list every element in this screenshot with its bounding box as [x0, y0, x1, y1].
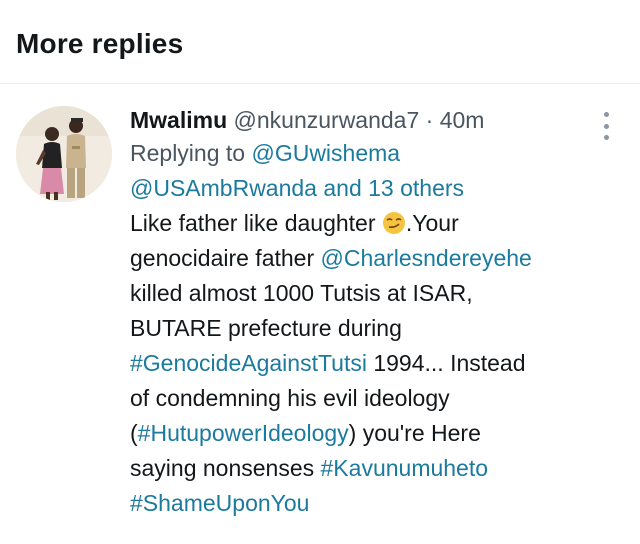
tweet-line: genocidaire father @Charlesndereyehe [130, 241, 600, 276]
replying-others-link[interactable]: and 13 others [323, 175, 464, 201]
tweet-line: saying nonsenses #Kavunumuheto [130, 451, 600, 486]
author-handle[interactable]: @nkunzurwanda7 [234, 107, 420, 133]
tweet-meta: Mwalimu @nkunzurwanda7 · 40m [130, 104, 600, 136]
hashtag-link[interactable]: #HutupowerIdeology [138, 420, 349, 446]
tweet-text: Like father like daughter .Your genocida… [130, 206, 600, 521]
tweet-text-segment: saying nonsenses [130, 455, 315, 481]
reply-tweet[interactable]: Mwalimu @nkunzurwanda7 · 40m Replying to… [0, 84, 640, 544]
hashtag-link[interactable]: #ShameUponYou [130, 490, 309, 516]
timestamp[interactable]: 40m [440, 107, 485, 133]
mention-link[interactable]: @Charlesndereyehe [321, 245, 532, 271]
tweet-line: Like father like daughter .Your [130, 206, 600, 241]
tweet-text-segment: genocidaire father [130, 245, 315, 271]
tweet-text-segment: Like father like daughter [130, 210, 376, 236]
more-vertical-icon-dot [603, 135, 609, 140]
tweet-text-segment: .Your [405, 210, 459, 236]
hashtag-link[interactable]: #Kavunumuheto [321, 455, 489, 481]
replying-mention-link[interactable]: @GUwishema [251, 140, 400, 166]
tweet-text-segment: ( [130, 420, 138, 446]
more-vertical-icon-dot [603, 123, 609, 129]
tweet-body: Mwalimu @nkunzurwanda7 · 40m Replying to… [130, 104, 600, 521]
replying-mention-link[interactable]: @USAmbRwanda [130, 175, 317, 201]
replying-to: Replying to @GUwishema @USAmbRwanda and … [130, 136, 600, 206]
more-vertical-icon [603, 112, 609, 117]
section-title: More replies [16, 28, 184, 59]
replies-page: More replies Mwalimu @nkunzurwanda7 · 40… [0, 0, 640, 544]
hashtag-link[interactable]: #GenocideAgainstTutsi [130, 350, 367, 376]
more-replies-header: More replies [0, 0, 640, 84]
user-photo-avatar-icon [16, 106, 112, 202]
replying-prefix: Replying to [130, 140, 246, 166]
author-name[interactable]: Mwalimu [130, 107, 227, 133]
tweet-line: #ShameUponYou [130, 486, 600, 521]
tweet-text-segment: 1994... Instead [373, 350, 526, 376]
tweet-line: killed almost 1000 Tutsis at ISAR, [130, 280, 473, 306]
tweet-line: #GenocideAgainstTutsi 1994... Instead [130, 346, 600, 381]
tweet-line: BUTARE prefecture during [130, 315, 402, 341]
meta-separator: · [425, 107, 434, 133]
avatar[interactable] [16, 106, 112, 202]
tweet-text-segment: ) you're Here [348, 420, 481, 446]
tweet-line: (#HutupowerIdeology) you're Here [130, 416, 600, 451]
tweet-line: of condemning his evil ideology [130, 385, 450, 411]
smirking-face-emoji-icon [382, 212, 405, 234]
